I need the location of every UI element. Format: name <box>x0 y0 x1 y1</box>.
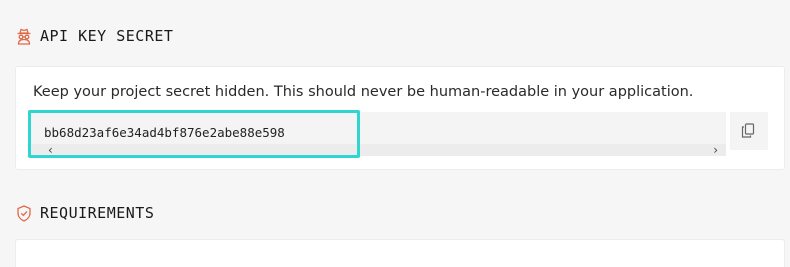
secret-value[interactable]: bb68d23af6e34ad4bf876e2abe88e598 <box>44 125 285 140</box>
copy-icon <box>741 123 757 139</box>
shield-check-icon <box>16 205 32 222</box>
horizontal-scrollbar[interactable]: ‹ › <box>28 144 726 156</box>
copy-button[interactable] <box>730 112 768 150</box>
api-key-secret-header: API KEY SECRET <box>16 27 173 45</box>
incognito-icon <box>16 28 32 45</box>
section-title: API KEY SECRET <box>40 27 174 45</box>
section-title: REQUIREMENTS <box>40 204 155 222</box>
scroll-right-icon[interactable]: › <box>713 144 718 156</box>
scroll-left-icon[interactable]: ‹ <box>48 144 53 156</box>
secret-description: Keep your project secret hidden. This sh… <box>33 84 694 100</box>
api-key-card: Keep your project secret hidden. This sh… <box>15 66 785 170</box>
requirements-card <box>15 239 785 267</box>
secret-field[interactable]: bb68d23af6e34ad4bf876e2abe88e598 ‹ › <box>28 112 726 156</box>
requirements-header: REQUIREMENTS <box>16 204 154 222</box>
